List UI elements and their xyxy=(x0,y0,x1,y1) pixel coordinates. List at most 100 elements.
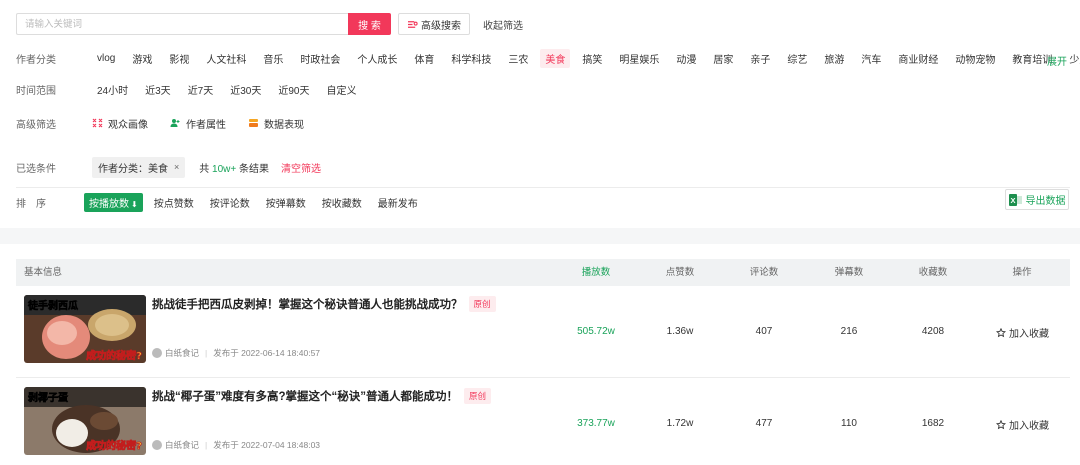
category-option-19[interactable]: 汽车 xyxy=(856,49,886,68)
result-count-number: 10w+ xyxy=(212,163,237,175)
category-option-12[interactable]: 搞笑 xyxy=(577,49,607,68)
clear-filter-link[interactable]: 清空筛选 xyxy=(281,160,321,175)
time-option-1[interactable]: 24小时 xyxy=(92,80,133,99)
time-option-5[interactable]: 近90天 xyxy=(273,80,314,99)
close-icon[interactable]: × xyxy=(174,162,179,172)
original-badge: 原创 xyxy=(464,388,492,404)
time-option-3[interactable]: 近7天 xyxy=(183,80,219,99)
category-option-13[interactable]: 明星娱乐 xyxy=(614,49,664,68)
header-like-count[interactable]: 点赞数 xyxy=(666,259,695,286)
time-range-row: 时间范围 24小时 近3天 近7天 近30天 近90天 自定义 xyxy=(16,81,369,97)
export-data-button[interactable]: X 导出数据 xyxy=(1005,189,1069,210)
author-name[interactable]: 白纸食记 xyxy=(165,439,199,451)
video-thumbnail[interactable]: 徒手剥西瓜 成功的秘密? xyxy=(24,295,146,363)
sort-option-1[interactable]: 按播放数 ⬇ xyxy=(84,192,143,212)
header-favorite-count[interactable]: 收藏数 xyxy=(919,259,948,286)
play-count: 373.77w xyxy=(577,418,615,429)
video-title[interactable]: 挑战“椰子蛋”难度有多高?掌握这个“秘诀”普通人都能成功！ 原创 xyxy=(152,388,492,404)
sort-option-6[interactable]: 最新发布 xyxy=(373,193,423,212)
author-name[interactable]: 白纸食记 xyxy=(165,347,199,359)
category-option-20[interactable]: 商业财经 xyxy=(893,49,943,68)
category-option-16[interactable]: 亲子 xyxy=(745,49,775,68)
header-comment-count[interactable]: 评论数 xyxy=(750,259,779,286)
add-favorite-button[interactable]: 加入收藏 xyxy=(996,325,1049,340)
sort-option-5[interactable]: 按收藏数 xyxy=(317,193,367,212)
category-option-15[interactable]: 居家 xyxy=(708,49,738,68)
audience-icon xyxy=(92,118,103,128)
author-category-label: 作者分类 xyxy=(16,54,56,66)
video-title[interactable]: 挑战徒手把西瓜皮剥掉！掌握这个秘诀普通人也能挑战成功？ 原创 xyxy=(152,296,496,312)
audience-profile-filter[interactable]: 观众画像 xyxy=(92,116,148,131)
category-option-21[interactable]: 动物宠物 xyxy=(950,49,1000,68)
author-category-options: vlog 游戏 影视 人文社科 音乐 时政社会 个人成长 体育 科学科技 三农 美食 搞笑 明星娱乐 动漫… xyxy=(92,48,1080,68)
play-count: 505.72w xyxy=(577,326,615,337)
category-option-5[interactable]: 音乐 xyxy=(258,49,288,68)
category-option-18[interactable]: 旅游 xyxy=(819,49,849,68)
divider xyxy=(16,187,1070,188)
video-title-text[interactable]: 挑战“椰子蛋”难度有多高?掌握这个“秘诀”普通人都能成功！ xyxy=(152,388,458,404)
category-option-4[interactable]: 人文社科 xyxy=(201,49,251,68)
time-option-2[interactable]: 近3天 xyxy=(140,80,176,99)
svg-text:X: X xyxy=(1010,196,1015,205)
advanced-search-button[interactable]: 高级搜索 xyxy=(398,13,470,35)
category-option-9[interactable]: 科学科技 xyxy=(446,49,496,68)
search-bar: 搜 索 高级搜索 收起筛选 xyxy=(16,13,523,35)
data-performance-label: 数据表现 xyxy=(264,119,304,131)
advanced-search-icon xyxy=(408,20,418,28)
audience-profile-label: 观众画像 xyxy=(108,119,148,131)
video-title-text[interactable]: 挑战徒手把西瓜皮剥掉！掌握这个秘诀普通人也能挑战成功？ xyxy=(152,296,463,312)
header-action: 操作 xyxy=(1012,267,1032,278)
author-attribute-filter[interactable]: 作者属性 xyxy=(170,116,226,131)
add-favorite-button[interactable]: 加入收藏 xyxy=(996,417,1049,432)
thumbnail-caption-bottom: 成功的秘密? xyxy=(86,349,142,362)
search-button[interactable]: 搜 索 xyxy=(348,13,391,35)
category-option-2[interactable]: 游戏 xyxy=(127,49,157,68)
expand-link[interactable]: 展开 xyxy=(1047,53,1067,68)
sort-option-2[interactable]: 按点赞数 xyxy=(149,193,199,212)
collapse-filter-link[interactable]: 收起筛选 xyxy=(483,17,523,32)
category-option-11[interactable]: 美食 xyxy=(540,48,571,68)
like-count: 1.36w xyxy=(666,326,694,337)
original-badge: 原创 xyxy=(468,296,496,312)
category-option-10[interactable]: 三农 xyxy=(503,49,533,68)
sort-option-3[interactable]: 按评论数 xyxy=(205,193,255,212)
header-danmaku-count[interactable]: 弹幕数 xyxy=(835,259,864,286)
result-count-prefix: 共 xyxy=(199,163,213,175)
export-data-label: 导出数据 xyxy=(1025,196,1066,207)
category-option-1[interactable]: vlog xyxy=(92,51,120,66)
comment-count: 477 xyxy=(755,418,773,429)
table-header: 基本信息 播放数 点赞数 评论数 弹幕数 收藏数 操作 xyxy=(16,259,1070,286)
sort-label: 排 序 xyxy=(16,198,46,210)
selected-chip-label: 作者分类：美食 xyxy=(98,163,168,175)
danmaku-count: 216 xyxy=(840,326,858,337)
author-avatar-icon xyxy=(152,348,162,358)
selected-conditions-label: 已选条件 xyxy=(16,163,56,175)
comment-count: 407 xyxy=(755,326,773,337)
table-row[interactable]: 剥椰子蛋 成功的秘密? 挑战“椰子蛋”难度有多高?掌握这个“秘诀”普通人都能成功… xyxy=(16,380,1070,465)
search-input[interactable] xyxy=(16,13,348,35)
category-option-8[interactable]: 体育 xyxy=(409,49,439,68)
category-option-7[interactable]: 个人成长 xyxy=(352,49,402,68)
category-option-3[interactable]: 影视 xyxy=(164,49,194,68)
category-option-14[interactable]: 动漫 xyxy=(671,49,701,68)
header-play-count[interactable]: 播放数 xyxy=(582,259,611,286)
category-option-6[interactable]: 时政社会 xyxy=(295,49,345,68)
thumbnail-caption-top: 剥椰子蛋 xyxy=(28,391,68,404)
table-row[interactable]: 徒手剥西瓜 成功的秘密? 挑战徒手把西瓜皮剥掉！掌握这个秘诀普通人也能挑战成功？… xyxy=(16,288,1070,378)
advanced-filter-label: 高级筛选 xyxy=(16,119,56,131)
meta-separator: | xyxy=(205,440,208,450)
time-option-6[interactable]: 自定义 xyxy=(322,80,362,99)
publish-time: 发布于 2022-07-04 18:48:03 xyxy=(213,440,321,450)
result-count: 共 10w+ 条结果 xyxy=(199,160,269,175)
time-option-4[interactable]: 近30天 xyxy=(225,80,266,99)
thumbnail-caption-bottom: 成功的秘密? xyxy=(86,439,142,452)
selected-chip: 作者分类：美食 × xyxy=(92,156,186,178)
data-performance-filter[interactable]: 数据表现 xyxy=(248,116,304,131)
result-count-suffix: 条结果 xyxy=(236,163,270,175)
category-option-17[interactable]: 综艺 xyxy=(782,49,812,68)
data-icon xyxy=(249,119,258,127)
sort-option-4[interactable]: 按弹幕数 xyxy=(261,193,311,212)
sort-desc-icon: ⬇ xyxy=(131,199,138,209)
star-icon xyxy=(996,419,1006,429)
video-thumbnail[interactable]: 剥椰子蛋 成功的秘密? xyxy=(24,387,146,455)
